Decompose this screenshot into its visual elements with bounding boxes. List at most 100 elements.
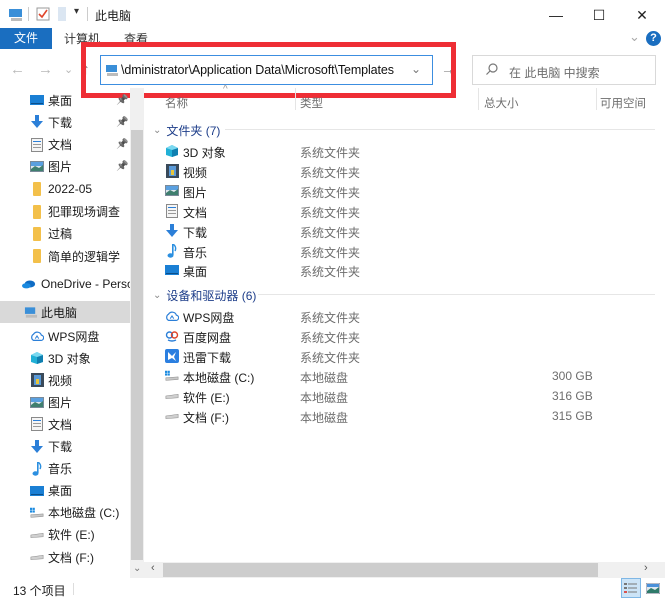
sidebar-item[interactable]: 音乐 bbox=[0, 458, 130, 480]
sidebar-item-label: 文档 bbox=[48, 138, 73, 153]
go-button[interactable]: → bbox=[441, 61, 455, 77]
search-input[interactable]: 在 此电脑 中搜索 bbox=[509, 64, 600, 81]
column-divider[interactable] bbox=[295, 88, 296, 110]
file-list-item[interactable]: 音乐 系统文件夹 bbox=[165, 241, 625, 261]
navigation-pane[interactable]: 桌面 📌 下载 📌 文档 📌 图片 📌 2022-05 犯罪现场调查 过稿 简单的逻辑学 OneDriv… bbox=[0, 88, 130, 578]
file-list-item[interactable]: 桌面 系统文件夹 bbox=[165, 260, 625, 280]
file-list-item[interactable]: 文档 系统文件夹 bbox=[165, 201, 625, 221]
desktop-icon bbox=[30, 93, 44, 107]
sidebar-item[interactable]: OneDrive - Perso bbox=[0, 273, 130, 295]
sidebar-item[interactable]: 桌面 bbox=[0, 480, 130, 502]
sidebar-item[interactable]: 2022-05 bbox=[0, 178, 130, 200]
sidebar-item[interactable]: 文档 📌 bbox=[0, 134, 130, 156]
file-list-item[interactable]: 本地磁盘 (C:) 本地磁盘 300 GB bbox=[165, 366, 625, 386]
sidebar-item-label: 图片 bbox=[48, 160, 73, 175]
sidebar-item-label: 图片 bbox=[48, 395, 73, 410]
item-name: WPS网盘 bbox=[183, 311, 235, 325]
item-name: 文档 bbox=[183, 205, 208, 220]
sidebar-item[interactable]: 文档 bbox=[0, 413, 130, 435]
sidebar-item[interactable]: 本地磁盘 (C:) bbox=[0, 502, 130, 524]
sidebar-item[interactable]: 此电脑 bbox=[0, 301, 130, 323]
group-header-folders[interactable]: ⌄ 文件夹 (7) bbox=[153, 122, 220, 139]
recent-locations-dropdown[interactable]: ⌄ bbox=[64, 60, 73, 80]
sidebar-item[interactable]: 下载 bbox=[0, 436, 130, 458]
column-header-total-size[interactable]: 总大小 bbox=[484, 95, 519, 111]
item-type: 系统文件夹 bbox=[300, 225, 361, 240]
sidebar-item[interactable]: 图片 bbox=[0, 391, 130, 413]
sidebar-item[interactable]: 软件 (E:) bbox=[0, 524, 130, 546]
column-header-free-space[interactable]: 可用空间 bbox=[600, 95, 646, 111]
column-divider[interactable] bbox=[478, 88, 479, 110]
item-name: 3D 对象 bbox=[183, 146, 226, 160]
address-bar[interactable]: \dministrator\Application Data\Microsoft… bbox=[100, 55, 433, 85]
minimize-button[interactable]: — bbox=[536, 4, 576, 26]
folder-icon bbox=[30, 226, 44, 241]
column-divider[interactable] bbox=[596, 88, 597, 110]
sidebar-item[interactable]: WPS网盘 bbox=[0, 325, 130, 347]
desktop-icon bbox=[30, 484, 44, 498]
collapse-chevron-icon[interactable]: ⌄ bbox=[153, 125, 161, 136]
scroll-down-chevron-icon[interactable]: ⌄ bbox=[133, 563, 141, 574]
forward-button[interactable]: → bbox=[38, 60, 53, 80]
sidebar-scrollbar-thumb[interactable] bbox=[131, 130, 143, 560]
help-icon[interactable]: ? bbox=[646, 31, 661, 46]
large-icons-view-button[interactable] bbox=[643, 578, 663, 598]
close-button[interactable]: ✕ bbox=[622, 4, 662, 26]
item-name: 软件 (E:) bbox=[183, 390, 230, 405]
file-list-item[interactable]: 迅雷下载 系统文件夹 bbox=[165, 346, 625, 366]
search-box[interactable]: 在 此电脑 中搜索 bbox=[472, 55, 656, 85]
sort-ascending-icon: ^ bbox=[223, 84, 228, 95]
pin-icon: 📌 bbox=[116, 116, 129, 128]
scroll-right-chevron-icon[interactable]: › bbox=[644, 562, 648, 574]
file-list-item[interactable]: 视频 系统文件夹 bbox=[165, 161, 625, 181]
group-header-devices[interactable]: ⌄ 设备和驱动器 (6) bbox=[153, 287, 256, 304]
maximize-button[interactable]: ☐ bbox=[579, 4, 619, 26]
horizontal-scrollbar-thumb[interactable] bbox=[163, 563, 598, 577]
scroll-left-chevron-icon[interactable]: ‹ bbox=[151, 562, 155, 574]
up-button[interactable]: ↑ bbox=[82, 60, 90, 80]
file-list-item[interactable]: WPS网盘 系统文件夹 bbox=[165, 306, 625, 326]
sidebar-item[interactable]: 文档 (F:) bbox=[0, 546, 130, 568]
details-view-button[interactable] bbox=[621, 578, 641, 598]
sidebar-item[interactable]: 3D 对象 bbox=[0, 347, 130, 369]
file-list-item[interactable]: 百度网盘 系统文件夹 bbox=[165, 326, 625, 346]
file-list-item[interactable]: 软件 (E:) 本地磁盘 316 GB bbox=[165, 386, 625, 406]
sidebar-item[interactable]: 视频 bbox=[0, 369, 130, 391]
drive-icon bbox=[30, 528, 44, 542]
tab-file[interactable]: 文件 bbox=[0, 28, 52, 49]
properties-quick-icon[interactable] bbox=[36, 7, 50, 21]
sidebar-item[interactable]: 下载 📌 bbox=[0, 111, 130, 133]
item-total-size: 315 GB bbox=[552, 408, 593, 423]
sidebar-item[interactable]: 过稿 bbox=[0, 223, 130, 245]
pin-icon: 📌 bbox=[116, 161, 129, 173]
address-dropdown-chevron-icon[interactable]: ⌄ bbox=[411, 62, 421, 76]
item-type: 系统文件夹 bbox=[300, 146, 361, 160]
file-list-item[interactable]: 下载 系统文件夹 bbox=[165, 221, 625, 241]
divider bbox=[28, 7, 29, 21]
tab-view[interactable]: 查看 bbox=[124, 30, 148, 48]
sidebar-item[interactable]: 犯罪现场调查 bbox=[0, 201, 130, 223]
desktop-icon bbox=[165, 263, 179, 277]
expand-ribbon-chevron-icon[interactable]: ⌄ bbox=[629, 29, 640, 45]
item-type: 系统文件夹 bbox=[300, 265, 361, 280]
file-list-item[interactable]: 图片 系统文件夹 bbox=[165, 181, 625, 201]
sidebar-item-label: 过稿 bbox=[48, 227, 73, 242]
download-icon bbox=[165, 223, 179, 238]
sidebar-item[interactable]: 简单的逻辑学 bbox=[0, 245, 130, 267]
sidebar-item[interactable]: 桌面 📌 bbox=[0, 89, 130, 111]
column-header-name[interactable]: 名称 bbox=[165, 95, 188, 111]
column-header-type[interactable]: 类型 bbox=[300, 95, 323, 111]
cube-icon bbox=[30, 351, 44, 365]
collapse-chevron-icon[interactable]: ⌄ bbox=[153, 290, 161, 301]
item-name: 迅雷下载 bbox=[183, 350, 232, 365]
file-list-item[interactable]: 文档 (F:) 本地磁盘 315 GB bbox=[165, 406, 625, 426]
new-folder-quick-icon[interactable] bbox=[58, 7, 66, 21]
customize-quick-access-dropdown[interactable]: ▾ bbox=[74, 6, 79, 17]
back-button[interactable]: ← bbox=[10, 60, 25, 80]
sidebar-item[interactable]: 图片 📌 bbox=[0, 156, 130, 178]
computer-icon bbox=[8, 8, 24, 22]
file-list-item[interactable]: 3D 对象 系统文件夹 bbox=[165, 141, 625, 161]
tab-computer[interactable]: 计算机 bbox=[64, 30, 100, 48]
address-input[interactable]: \dministrator\Application Data\Microsoft… bbox=[121, 63, 394, 77]
sidebar-item-label: OneDrive - Perso bbox=[41, 277, 130, 291]
